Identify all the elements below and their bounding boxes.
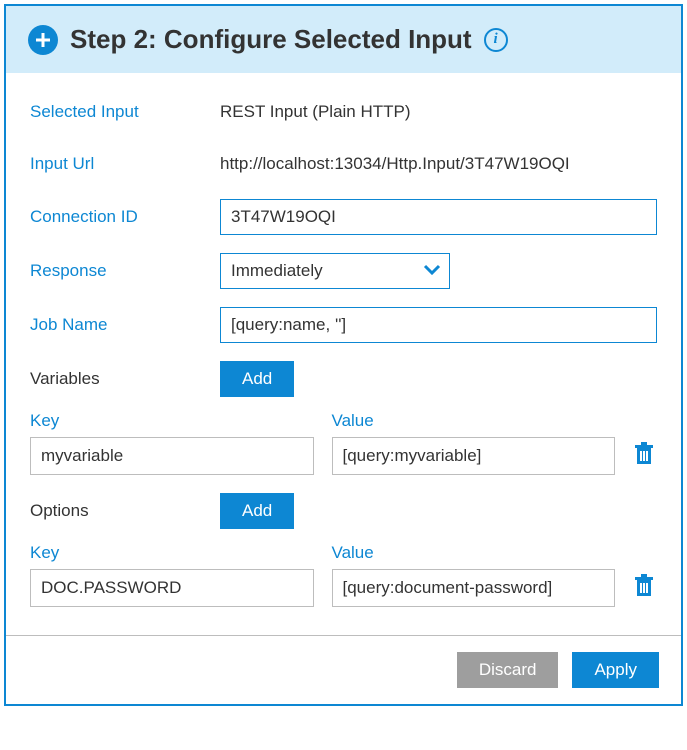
variable-key-label: Key xyxy=(30,411,314,431)
variable-value-label: Value xyxy=(332,411,616,431)
options-section-header: Options Add xyxy=(30,493,657,529)
response-row: Response xyxy=(30,253,657,289)
add-option-button[interactable]: Add xyxy=(220,493,294,529)
variables-label: Variables xyxy=(30,369,220,389)
job-name-row: Job Name xyxy=(30,307,657,343)
job-name-input[interactable] xyxy=(220,307,657,343)
options-label: Options xyxy=(30,501,220,521)
job-name-label: Job Name xyxy=(30,315,220,335)
variable-key-input[interactable] xyxy=(30,437,314,475)
input-url-label: Input Url xyxy=(30,154,220,174)
variable-row: Key Value xyxy=(30,411,657,475)
option-key-input[interactable] xyxy=(30,569,314,607)
plus-circle-icon xyxy=(28,25,58,55)
input-url-row: Input Url http://localhost:13034/Http.In… xyxy=(30,147,657,181)
panel-title: Step 2: Configure Selected Input xyxy=(70,24,472,55)
delete-option-button[interactable] xyxy=(633,574,657,607)
selected-input-row: Selected Input REST Input (Plain HTTP) xyxy=(30,95,657,129)
panel-header: Step 2: Configure Selected Input i xyxy=(6,6,681,73)
panel-body: Selected Input REST Input (Plain HTTP) I… xyxy=(6,73,681,635)
response-select[interactable] xyxy=(220,253,450,289)
selected-input-label: Selected Input xyxy=(30,102,220,122)
option-value-col: Value xyxy=(332,543,616,607)
option-key-label: Key xyxy=(30,543,314,563)
variables-section-header: Variables Add xyxy=(30,361,657,397)
connection-id-row: Connection ID xyxy=(30,199,657,235)
discard-button[interactable]: Discard xyxy=(457,652,559,688)
connection-id-label: Connection ID xyxy=(30,207,220,227)
variable-value-col: Value xyxy=(332,411,616,475)
input-url-value: http://localhost:13034/Http.Input/3T47W1… xyxy=(220,154,570,174)
option-value-label: Value xyxy=(332,543,616,563)
variable-value-input[interactable] xyxy=(332,437,616,475)
add-variable-button[interactable]: Add xyxy=(220,361,294,397)
trash-icon xyxy=(633,574,655,598)
option-row: Key Value xyxy=(30,543,657,607)
apply-button[interactable]: Apply xyxy=(572,652,659,688)
configure-input-panel: Step 2: Configure Selected Input i Selec… xyxy=(4,4,683,706)
selected-input-value: REST Input (Plain HTTP) xyxy=(220,102,411,122)
option-value-input[interactable] xyxy=(332,569,616,607)
response-label: Response xyxy=(30,261,220,281)
trash-icon xyxy=(633,442,655,466)
info-icon[interactable]: i xyxy=(484,28,508,52)
connection-id-input[interactable] xyxy=(220,199,657,235)
response-select-value[interactable] xyxy=(220,253,450,289)
variable-key-col: Key xyxy=(30,411,314,475)
delete-variable-button[interactable] xyxy=(633,442,657,475)
panel-footer: Discard Apply xyxy=(6,635,681,704)
option-key-col: Key xyxy=(30,543,314,607)
